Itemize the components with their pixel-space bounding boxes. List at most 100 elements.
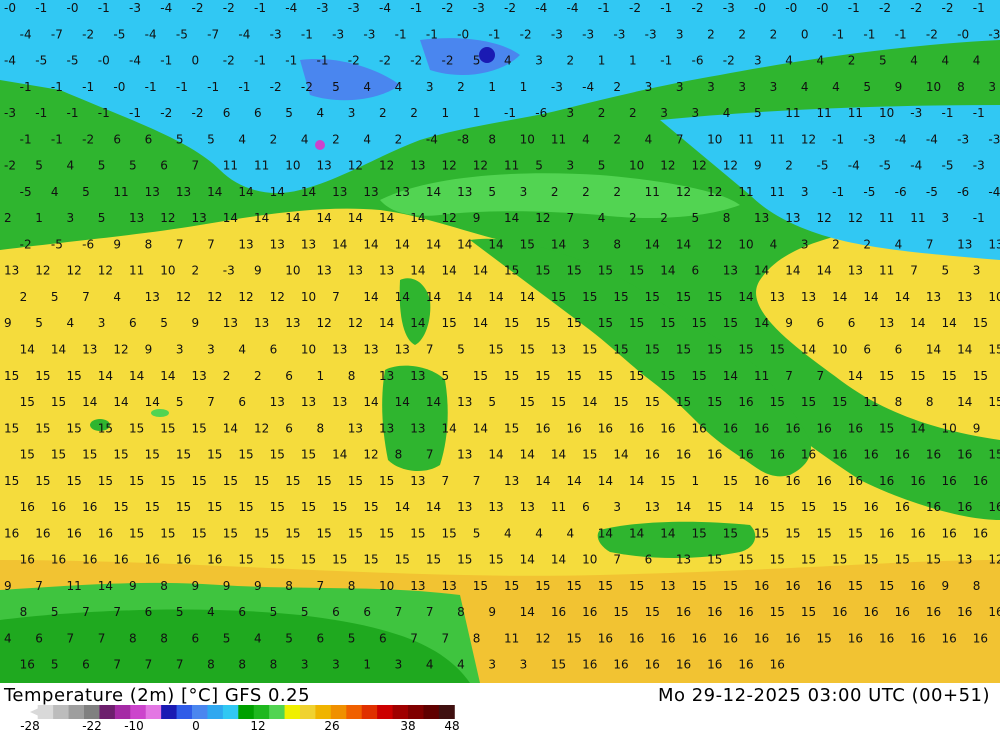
temperature-value: -1 (301, 27, 313, 41)
temperature-value: 6 (238, 605, 246, 619)
temperature-value: 16 (926, 448, 941, 462)
temperature-value: -3 (988, 27, 1000, 41)
temperature-value: 15 (176, 448, 191, 462)
temperature-value: -2 (442, 1, 454, 15)
temperature-value: 14 (629, 526, 644, 540)
temperature-value: 8 (270, 658, 278, 672)
temperature-value: 15 (285, 474, 300, 488)
temperature-value: -0 (4, 1, 16, 15)
temperature-value: 15 (926, 553, 941, 567)
temperature-value: 15 (98, 474, 113, 488)
temperature-value: 6 (582, 500, 590, 514)
temperature-value: 7 (35, 579, 43, 593)
temperature-value: 16 (973, 526, 988, 540)
temperature-value: 15 (551, 658, 566, 672)
temperature-value: -3 (957, 132, 969, 146)
colorbar-swatch (238, 705, 255, 719)
temperature-value: 15 (67, 474, 82, 488)
temperature-value: -2 (301, 80, 313, 94)
temperature-value: -2 (379, 54, 391, 68)
temperature-value: 15 (145, 500, 160, 514)
temperature-value: 15 (848, 579, 863, 593)
temperature-value: 12 (660, 159, 675, 173)
temperature-value: -3 (332, 27, 344, 41)
temperature-value: 5 (51, 658, 59, 672)
temperature-value: 1 (317, 369, 325, 383)
temperature-value: 14 (395, 290, 410, 304)
temperature-value: 4 (785, 54, 793, 68)
temperature-value: 15 (145, 448, 160, 462)
temperature-value: 16 (567, 421, 582, 435)
colorbar-swatch (53, 705, 70, 719)
temperature-value: 13 (192, 211, 207, 225)
temperature-value: 9 (113, 237, 121, 251)
temperature-value: 1 (629, 54, 637, 68)
temperature-value: 15 (598, 369, 613, 383)
temperature-value: -2 (82, 27, 94, 41)
temperature-value: 2 (582, 185, 590, 199)
temperature-value: 14 (160, 369, 175, 383)
temperature-value: -1 (832, 185, 844, 199)
temperature-value: 16 (879, 631, 894, 645)
temperature-value: -1 (20, 132, 32, 146)
temperature-value: 6 (332, 605, 340, 619)
temperature-value: 9 (754, 159, 762, 173)
colorbar-tick-label: 12 (250, 719, 266, 733)
temperature-value: 14 (395, 500, 410, 514)
temperature-value: 5 (942, 264, 950, 278)
temperature-value: 16 (535, 421, 550, 435)
temperature-value: 15 (598, 264, 613, 278)
temperature-value: 7 (410, 631, 418, 645)
temperature-value: 15 (817, 526, 832, 540)
temperature-value: -2 (270, 80, 282, 94)
temperature-value: -2 (723, 54, 735, 68)
temperature-value: 12 (535, 631, 550, 645)
temperature-value: 11 (770, 185, 785, 199)
temperature-value: 14 (395, 237, 410, 251)
colorbar-tick-label: -28 (20, 719, 40, 733)
temperature-value: 4 (317, 106, 325, 120)
temperature-value: 15 (738, 553, 753, 567)
temperature-value: 6 (82, 658, 90, 672)
temperature-value: 6 (817, 316, 825, 330)
temperature-value: -7 (207, 27, 219, 41)
temperature-value: 4 (535, 526, 543, 540)
temperature-value: 15 (629, 579, 644, 593)
temperature-value: 14 (613, 448, 628, 462)
temperature-value: 2 (395, 132, 403, 146)
temperature-value: -0 (457, 27, 469, 41)
temperature-value: -3 (645, 27, 657, 41)
temperature-value: 16 (738, 395, 753, 409)
temperature-value: 16 (926, 605, 941, 619)
temperature-value: 15 (67, 421, 82, 435)
temperature-value: 11 (67, 579, 82, 593)
temperature-value: -3 (129, 1, 141, 15)
temperature-value: 15 (770, 605, 785, 619)
temperature-value: 15 (848, 526, 863, 540)
temperature-value: 16 (35, 526, 50, 540)
temperature-value: 14 (51, 343, 66, 357)
temperature-value: -1 (848, 1, 860, 15)
temperature-value: 8 (145, 237, 153, 251)
temperature-value: -4 (379, 1, 391, 15)
temperature-value: -5 (817, 159, 829, 173)
temperature-value: 4 (817, 54, 825, 68)
temperature-value: 14 (379, 316, 394, 330)
temperature-value: 8 (895, 395, 903, 409)
temperature-value: 4 (457, 658, 465, 672)
temperature-value: 15 (51, 448, 66, 462)
temperature-value: 13 (379, 264, 394, 278)
temperature-value: 8 (317, 421, 325, 435)
temperature-value: 15 (973, 369, 988, 383)
colorbar-swatch (84, 705, 100, 719)
temperature-value: -2 (442, 54, 454, 68)
temperature-value: 6 (285, 369, 293, 383)
temperature-value: -4 (988, 185, 1000, 199)
temperature-value: 16 (707, 658, 722, 672)
temperature-value: -5 (926, 185, 938, 199)
temperature-value: 11 (785, 106, 800, 120)
temperature-value: 11 (863, 395, 878, 409)
temperature-value: 15 (51, 395, 66, 409)
temperature-value: 2 (379, 106, 387, 120)
temperature-value: 11 (910, 211, 925, 225)
